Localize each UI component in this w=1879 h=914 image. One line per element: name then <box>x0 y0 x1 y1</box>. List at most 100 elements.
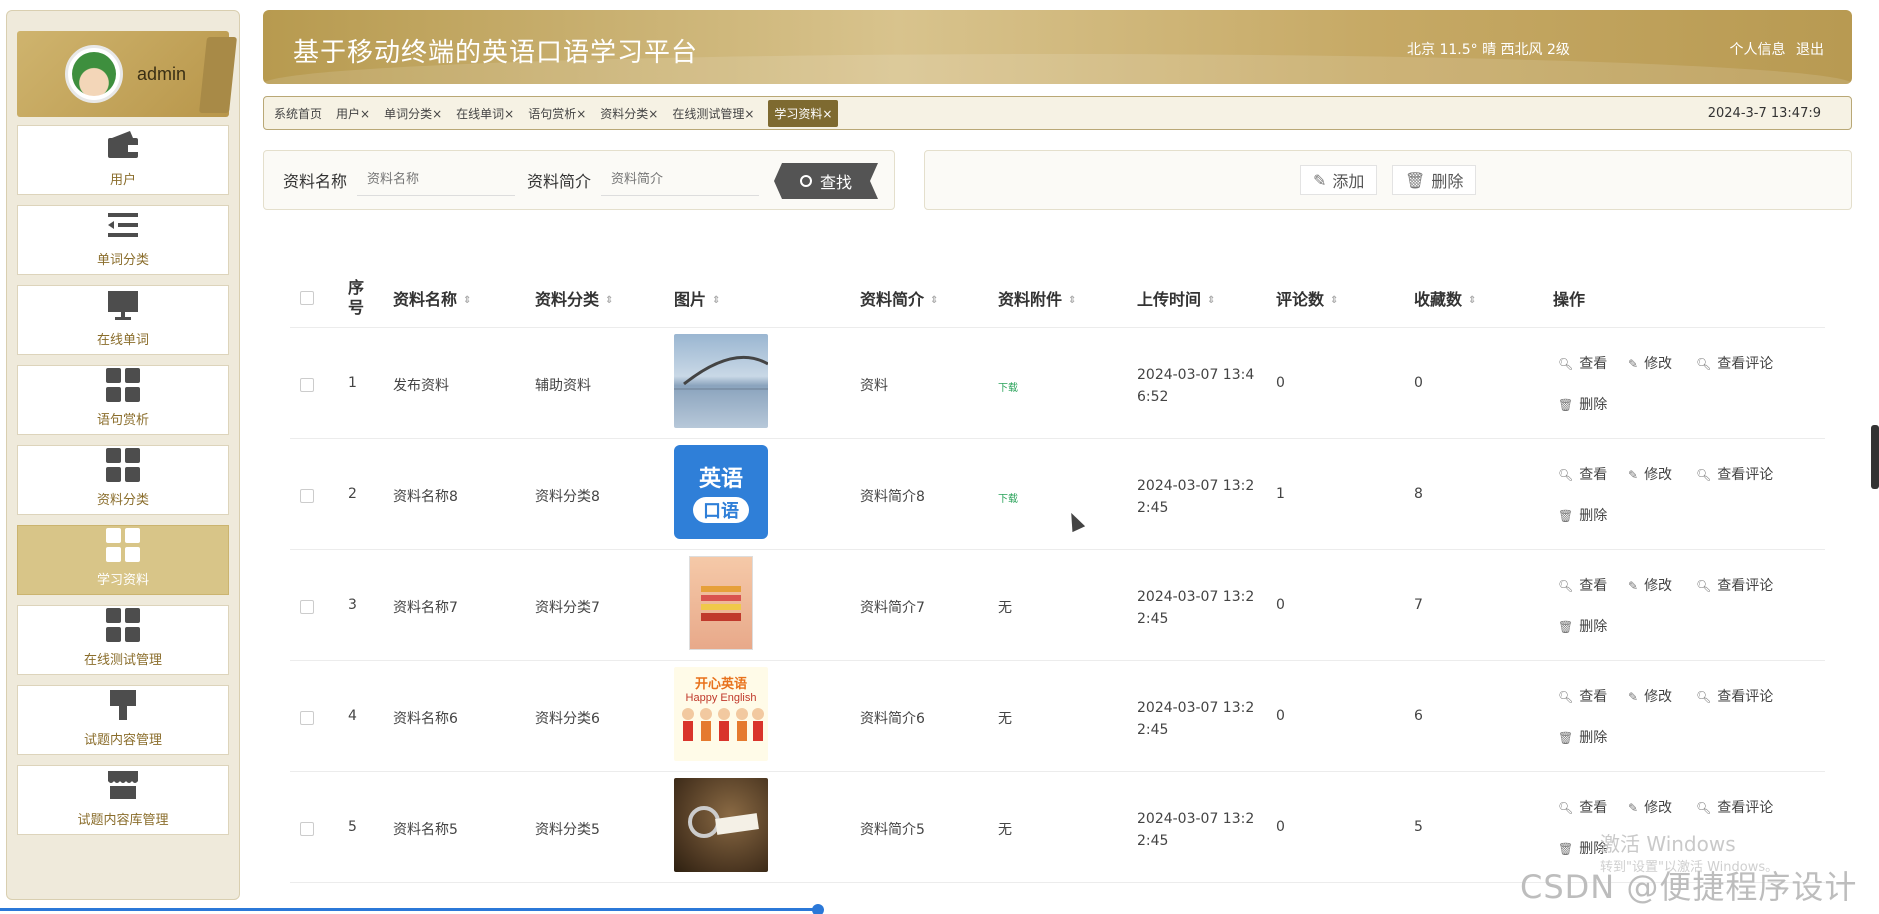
delete-row-button[interactable]: 🗑 删除 <box>1558 394 1607 414</box>
sidebar-item-label: 在线单词 <box>96 333 149 348</box>
avatar-image <box>72 52 116 96</box>
view-comments-button[interactable]: 🔍︎ 查看评论 <box>1696 464 1773 484</box>
material-image[interactable]: 开心英语 Happy English <box>674 667 768 761</box>
download-link[interactable]: 下载 <box>998 490 1018 505</box>
view-comments-button[interactable]: 🔍︎ 查看评论 <box>1696 575 1773 595</box>
sidebar-item-question-bank[interactable]: 试题内容库管理 <box>17 765 229 835</box>
header-image[interactable]: 图片 ⇕ <box>674 286 720 310</box>
download-link[interactable]: 下载 <box>998 379 1018 394</box>
sidebar-item-label: 在线测试管理 <box>83 653 162 668</box>
delete-row-button[interactable]: 🗑 删除 <box>1558 727 1607 747</box>
add-button[interactable]: ✎ 添加 <box>1300 165 1378 195</box>
header-intro[interactable]: 资料简介 ⇕ <box>860 286 938 310</box>
table-row: 1 发布资料 辅助资料 资料 下载 2024-03-07 13:4 6:52 0 … <box>290 328 1825 439</box>
cell-intro: 资料 <box>860 378 888 394</box>
trash-icon: 🗑 <box>1558 398 1574 412</box>
app-title: 基于移动终端的英语口语学习平台 <box>293 38 699 68</box>
header-favorites[interactable]: 收藏数 ⇕ <box>1414 286 1476 310</box>
cell-category: 资料分类8 <box>535 489 600 505</box>
header-no: 序号 <box>348 278 365 317</box>
sidebar-item-users[interactable]: 用户 <box>17 125 229 195</box>
trash-icon: 🗑 <box>1558 842 1574 856</box>
table-row: 2 资料名称8 资料分类8 英语 口语 资料简介8 下载 2024-03-07 … <box>290 439 1825 550</box>
app-window: admin 用户 单词分类 在线单词 语句赏析 资料分类 学习资料 在线测试管理… <box>0 0 1879 914</box>
tab-sentence-appreciation[interactable]: 语句赏析× <box>528 105 586 122</box>
tab-word-categories[interactable]: 单词分类× <box>384 105 442 122</box>
select-all-checkbox[interactable] <box>300 291 314 305</box>
header-name[interactable]: 资料名称 ⇕ <box>393 286 471 310</box>
row-checkbox[interactable] <box>300 489 314 503</box>
header-category[interactable]: 资料分类 ⇕ <box>535 286 613 310</box>
edit-button[interactable]: ✎ 修改 <box>1628 464 1672 484</box>
row-checkbox[interactable] <box>300 822 314 836</box>
intro-input[interactable] <box>601 164 760 196</box>
sidebar-item-online-words[interactable]: 在线单词 <box>17 285 229 355</box>
sidebar: admin 用户 单词分类 在线单词 语句赏析 资料分类 学习资料 在线测试管理… <box>6 10 240 900</box>
delete-row-button[interactable]: 🗑 删除 <box>1558 505 1607 525</box>
cell-attachment: 无 <box>998 822 1012 838</box>
view-button[interactable]: 🔍︎ 查看 <box>1558 464 1607 484</box>
sidebar-item-online-test[interactable]: 在线测试管理 <box>17 605 229 675</box>
edit-button[interactable]: ✎ 修改 <box>1628 797 1672 817</box>
material-image[interactable] <box>674 778 768 872</box>
delete-row-button[interactable]: 🗑 删除 <box>1558 616 1607 636</box>
row-checkbox[interactable] <box>300 711 314 725</box>
tab-home[interactable]: 系统首页 <box>274 105 322 122</box>
material-image[interactable]: 英语 口语 <box>674 445 768 539</box>
table-row: 3 资料名称7 资料分类7 资料简介7 无 2024-03-07 13:2 2:4… <box>290 550 1825 661</box>
header-attachment[interactable]: 资料附件 ⇕ <box>998 286 1076 310</box>
avatar[interactable] <box>65 45 123 103</box>
sidebar-item-study-materials[interactable]: 学习资料 <box>17 525 229 595</box>
logout-link[interactable]: 退出 <box>1796 42 1824 58</box>
edit-icon: ✎ <box>1628 357 1639 371</box>
sidebar-item-label: 试题内容管理 <box>83 733 162 748</box>
user-card-tab <box>199 37 237 113</box>
tab-material-categories[interactable]: 资料分类× <box>600 105 658 122</box>
sidebar-item-question-content[interactable]: 试题内容管理 <box>17 685 229 755</box>
sort-icon: ⇕ <box>1330 295 1339 306</box>
list-indent-icon <box>105 209 141 241</box>
tab-study-materials[interactable]: 学习资料× <box>768 99 839 127</box>
search-icon: 🔍︎ <box>1696 690 1712 704</box>
tab-online-words[interactable]: 在线单词× <box>456 105 514 122</box>
profile-link[interactable]: 个人信息 <box>1730 42 1786 58</box>
scrollbar-thumb[interactable] <box>1871 425 1879 489</box>
cell-intro: 资料简介6 <box>860 711 925 727</box>
name-input[interactable] <box>357 164 516 196</box>
trash-icon: 🗑 <box>1405 170 1426 190</box>
cell-attachment: 无 <box>998 600 1012 616</box>
header-comments[interactable]: 评论数 ⇕ <box>1276 286 1338 310</box>
cell-favorites: 6 <box>1414 708 1423 724</box>
cell-favorites: 5 <box>1414 819 1423 835</box>
view-comments-button[interactable]: 🔍︎ 查看评论 <box>1696 797 1773 817</box>
row-checkbox[interactable] <box>300 378 314 392</box>
sidebar-item-word-categories[interactable]: 单词分类 <box>17 205 229 275</box>
sidebar-item-label: 学习资料 <box>96 573 149 588</box>
edit-icon: ✎ <box>1313 170 1327 190</box>
view-button[interactable]: 🔍︎ 查看 <box>1558 575 1607 595</box>
cell-name: 资料名称8 <box>393 489 458 505</box>
view-comments-button[interactable]: 🔍︎ 查看评论 <box>1696 353 1773 373</box>
material-image[interactable] <box>674 556 768 650</box>
delete-button[interactable]: 🗑 删除 <box>1392 165 1477 195</box>
row-checkbox[interactable] <box>300 600 314 614</box>
sidebar-item-label: 语句赏析 <box>96 413 149 428</box>
edit-button[interactable]: ✎ 修改 <box>1628 353 1672 373</box>
edit-button[interactable]: ✎ 修改 <box>1628 575 1672 595</box>
cell-intro: 资料简介5 <box>860 822 925 838</box>
view-button[interactable]: 🔍︎ 查看 <box>1558 686 1607 706</box>
cell-name: 发布资料 <box>393 378 449 394</box>
edit-button[interactable]: ✎ 修改 <box>1628 686 1672 706</box>
material-image[interactable] <box>674 334 768 428</box>
sidebar-item-material-categories[interactable]: 资料分类 <box>17 445 229 515</box>
tab-online-test[interactable]: 在线测试管理× <box>672 105 754 122</box>
view-comments-button[interactable]: 🔍︎ 查看评论 <box>1696 686 1773 706</box>
tab-users[interactable]: 用户× <box>336 105 370 122</box>
action-panel: ✎ 添加 🗑 删除 <box>924 150 1852 210</box>
view-button[interactable]: 🔍︎ 查看 <box>1558 353 1607 373</box>
search-button[interactable]: 查找 <box>774 163 878 199</box>
cell-attachment: 无 <box>998 711 1012 727</box>
header-upload-time[interactable]: 上传时间 ⇕ <box>1137 286 1215 310</box>
sidebar-item-sentence-appreciation[interactable]: 语句赏析 <box>17 365 229 435</box>
view-button[interactable]: 🔍︎ 查看 <box>1558 797 1607 817</box>
